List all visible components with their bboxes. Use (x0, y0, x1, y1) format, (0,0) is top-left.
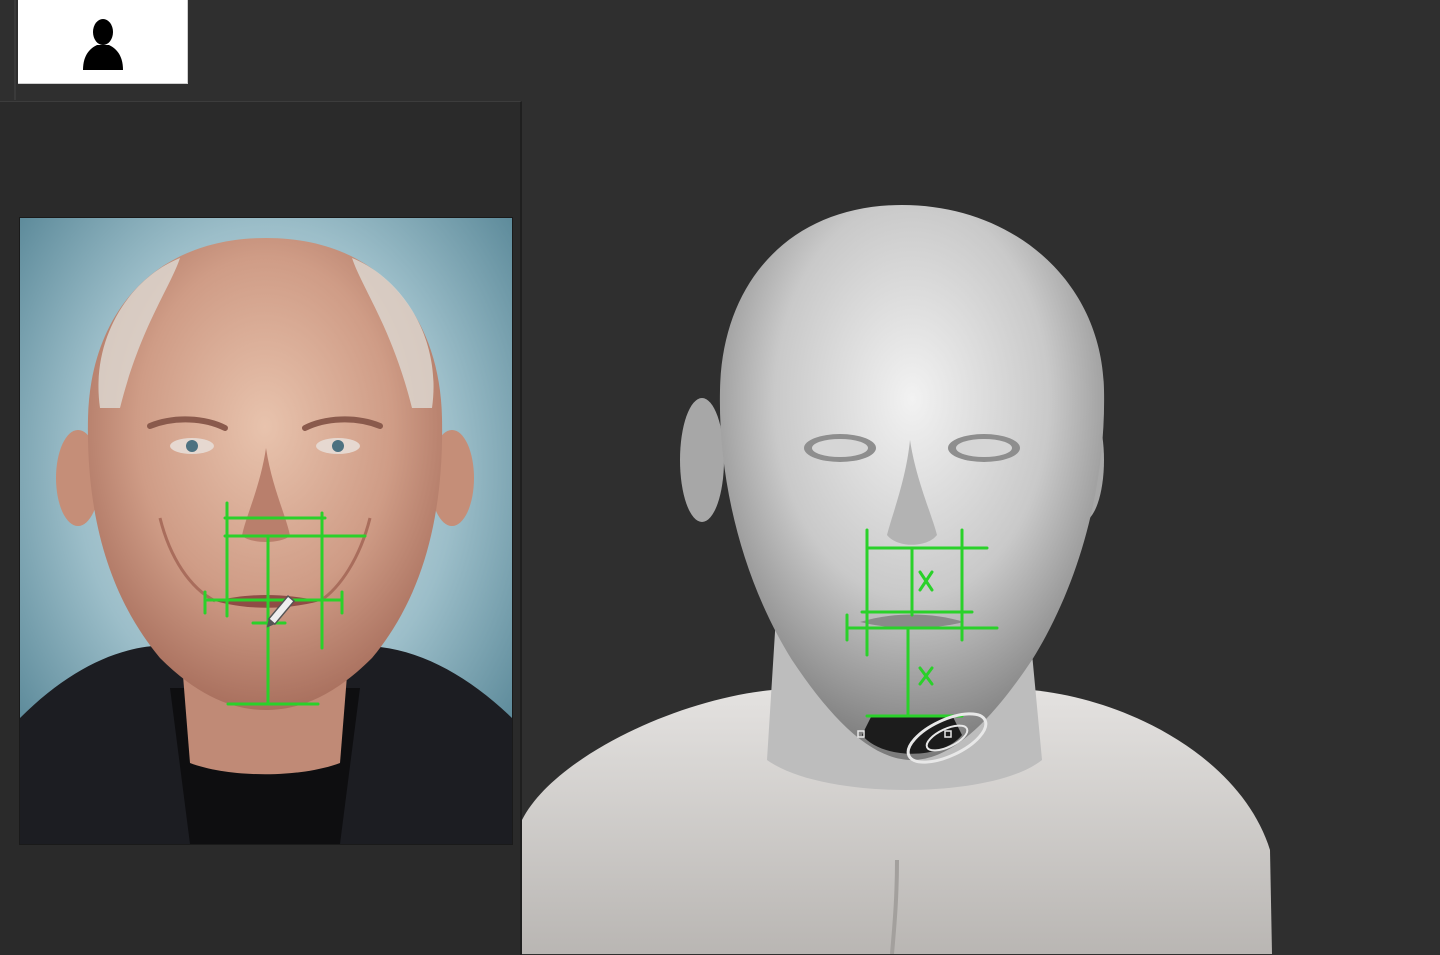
avatar-tile[interactable] (18, 0, 188, 84)
bust-ear-left (680, 398, 724, 522)
sculpt-viewport[interactable] (522, 0, 1440, 954)
user-silhouette-icon (82, 18, 123, 70)
tile-divider (14, 0, 16, 100)
reference-photo[interactable] (19, 217, 513, 845)
